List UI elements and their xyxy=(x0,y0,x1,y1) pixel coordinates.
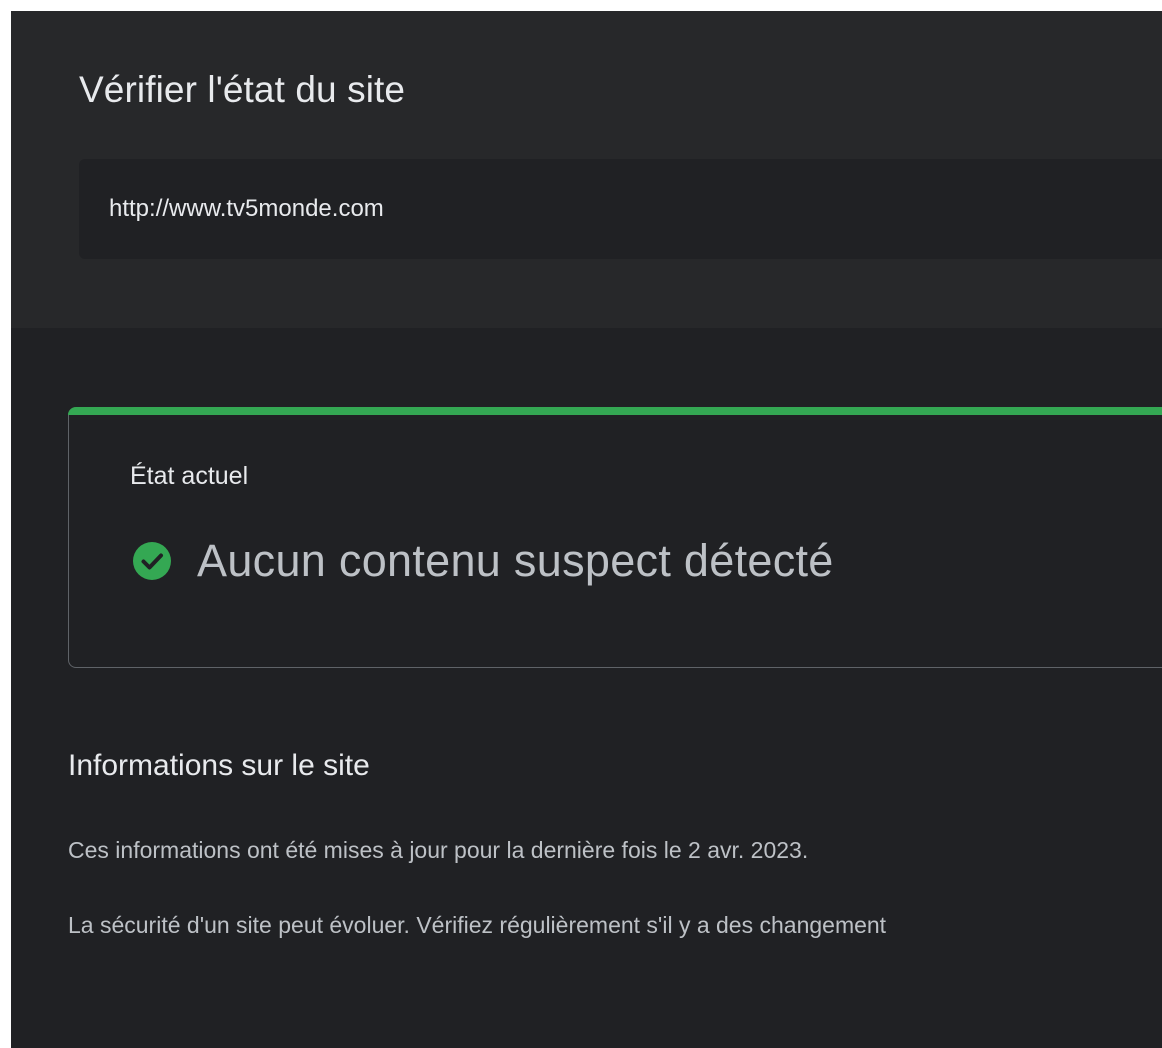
page-title: Vérifier l'état du site xyxy=(79,69,406,110)
site-info-note: La sécurité d'un site peut évoluer. Véri… xyxy=(68,912,887,938)
site-info-title: Informations sur le site xyxy=(68,749,370,782)
site-info-updated: Ces informations ont été mises à jour po… xyxy=(68,837,809,863)
status-caption: État actuel xyxy=(130,462,249,490)
status-indicator-bar xyxy=(68,407,1162,415)
status-row: Aucun contenu suspect détecté xyxy=(131,535,834,587)
check-circle-icon xyxy=(131,540,173,582)
url-input[interactable] xyxy=(79,159,1162,259)
header-band: Vérifier l'état du site xyxy=(11,11,1162,328)
status-text: Aucun contenu suspect détecté xyxy=(197,535,834,586)
